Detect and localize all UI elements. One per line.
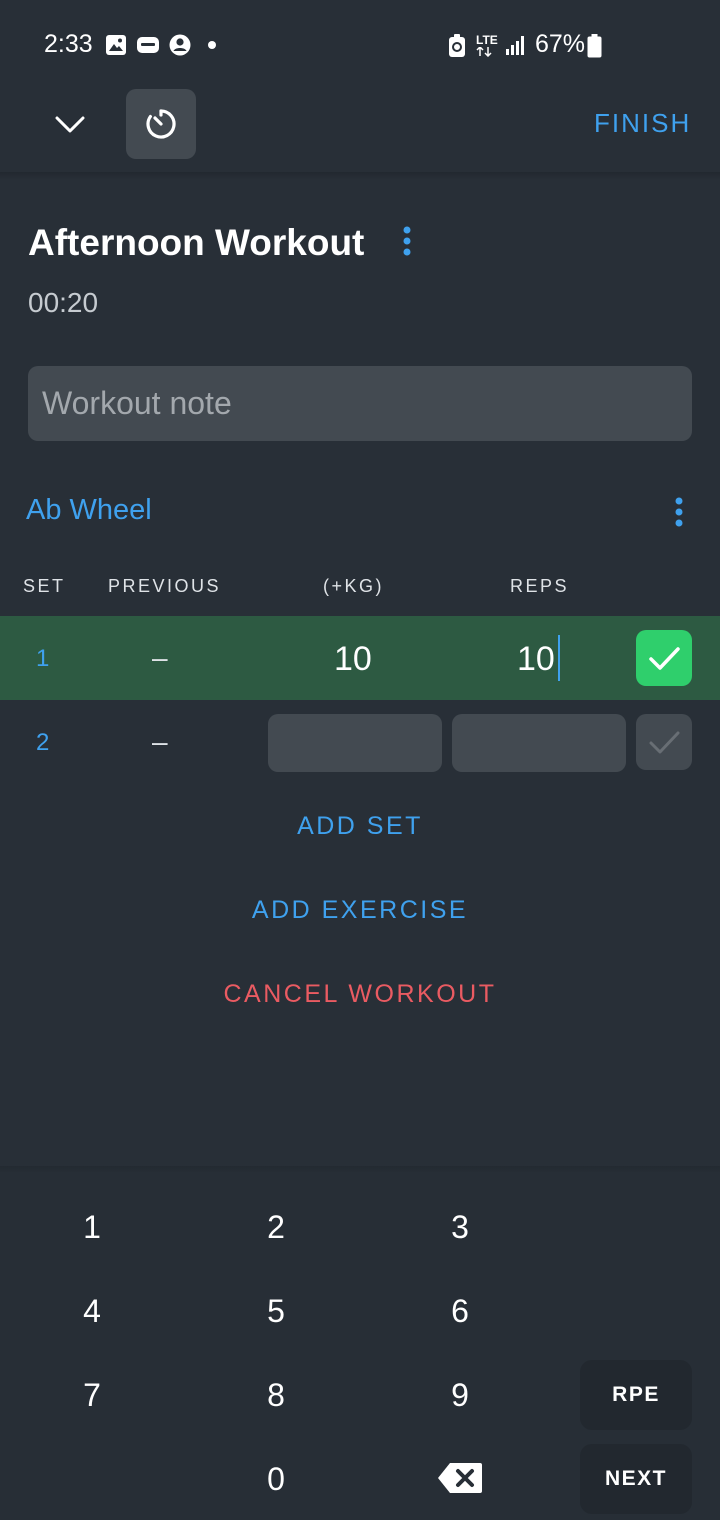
rpe-button[interactable]: RPE xyxy=(580,1360,692,1430)
toolbar-shadow xyxy=(0,172,720,180)
data-arrows-icon xyxy=(476,47,492,57)
set-complete-toggle[interactable] xyxy=(636,630,692,686)
app-icon xyxy=(137,37,159,53)
workout-more-icon[interactable] xyxy=(396,222,418,262)
battery-icon xyxy=(587,34,602,58)
key-8[interactable]: 8 xyxy=(216,1360,336,1430)
reps-input[interactable] xyxy=(452,714,626,772)
weight-input[interactable] xyxy=(268,714,442,772)
reps-input[interactable]: 10 xyxy=(517,640,555,679)
exercise-name[interactable]: Ab Wheel xyxy=(26,494,152,527)
key-9[interactable]: 9 xyxy=(400,1360,520,1430)
set-number[interactable]: 2 xyxy=(36,729,49,757)
chevron-down-icon[interactable] xyxy=(40,108,100,144)
cancel-workout-button[interactable]: CANCEL WORKOUT xyxy=(0,980,720,1009)
next-button[interactable]: NEXT xyxy=(580,1444,692,1514)
key-5[interactable]: 5 xyxy=(216,1276,336,1346)
dot-icon xyxy=(208,41,216,49)
add-exercise-button[interactable]: ADD EXERCISE xyxy=(0,896,720,925)
backspace-icon[interactable] xyxy=(436,1460,484,1496)
signal-icon xyxy=(506,36,524,55)
battery-percent: 67% xyxy=(535,30,586,58)
finish-button[interactable]: FINISH xyxy=(594,108,691,139)
column-header-set: SET xyxy=(23,576,66,596)
set-number[interactable]: 1 xyxy=(36,645,49,673)
key-1[interactable]: 1 xyxy=(32,1192,152,1262)
status-time: 2:33 xyxy=(44,30,93,58)
network-type: LTE xyxy=(476,33,498,47)
key-4[interactable]: 4 xyxy=(32,1276,152,1346)
key-3[interactable]: 3 xyxy=(400,1192,520,1262)
check-icon xyxy=(649,731,680,754)
key-0[interactable]: 0 xyxy=(216,1444,336,1514)
battery-saver-icon xyxy=(449,34,465,57)
workout-elapsed-time: 00:20 xyxy=(28,287,99,318)
check-icon xyxy=(649,647,680,670)
image-icon xyxy=(106,35,126,55)
workout-note-input[interactable] xyxy=(28,366,692,441)
rest-timer-button[interactable] xyxy=(126,89,196,159)
column-header-reps: REPS xyxy=(510,576,570,596)
key-7[interactable]: 7 xyxy=(32,1360,152,1430)
workout-screen: 2:33 LTE 67% FINISH Afternoon Workout 00… xyxy=(0,0,720,1520)
column-header-previous: PREVIOUS xyxy=(108,576,222,596)
key-2[interactable]: 2 xyxy=(216,1192,336,1262)
timer-icon xyxy=(146,109,176,139)
exercise-more-icon[interactable] xyxy=(668,494,690,534)
status-bar: 2:33 LTE 67% xyxy=(0,0,720,90)
text-cursor xyxy=(558,635,560,681)
previous-value: – xyxy=(152,642,168,673)
weight-input[interactable]: 10 xyxy=(334,640,372,679)
key-6[interactable]: 6 xyxy=(400,1276,520,1346)
add-set-button[interactable]: ADD SET xyxy=(0,812,720,841)
workout-title[interactable]: Afternoon Workout xyxy=(28,222,364,264)
column-header-weight: (+KG) xyxy=(323,576,385,596)
account-icon xyxy=(169,34,191,56)
set-complete-toggle[interactable] xyxy=(636,714,692,770)
previous-value: – xyxy=(152,726,168,757)
